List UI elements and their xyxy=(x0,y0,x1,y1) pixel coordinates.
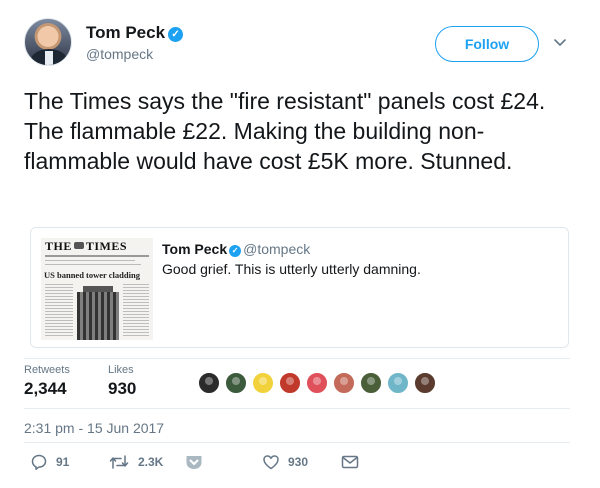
newspaper-headline: US banned tower cladding xyxy=(44,270,140,280)
retweets-label: Retweets xyxy=(24,364,70,376)
newspaper-column xyxy=(123,284,149,338)
liker-avatar-1[interactable] xyxy=(198,372,220,394)
newspaper-rule xyxy=(45,255,149,257)
quoted-tweet-card[interactable]: THE TIMES US banned tower cladding Tom Pe… xyxy=(30,227,569,348)
verified-icon: ✓ xyxy=(229,245,242,257)
tweet-actions: 91 2.3K 930 xyxy=(24,452,424,472)
quoted-author: Tom Peck ✓ @tompeck xyxy=(162,241,310,257)
like-count: 930 xyxy=(288,455,309,469)
newspaper-masthead: THE TIMES xyxy=(45,239,127,254)
heart-button[interactable] xyxy=(184,452,204,472)
liker-avatar-7[interactable] xyxy=(360,372,382,394)
newspaper-column xyxy=(45,284,73,338)
retweets-stat[interactable]: Retweets 2,344 xyxy=(24,364,70,399)
direct-message-button[interactable] xyxy=(340,452,360,472)
follow-button[interactable]: Follow xyxy=(435,26,539,62)
divider xyxy=(24,442,570,443)
masthead-left: THE xyxy=(45,239,72,253)
reply-count: 91 xyxy=(56,455,70,469)
liker-avatar-5[interactable] xyxy=(306,372,328,394)
tweet-timestamp[interactable]: 2:31 pm - 15 Jun 2017 xyxy=(24,420,164,436)
author-avatar[interactable] xyxy=(24,18,72,66)
reply-button[interactable]: 91 xyxy=(30,452,69,472)
likes-count: 930 xyxy=(108,379,137,398)
divider xyxy=(24,358,570,359)
author-name[interactable]: Tom Peck ✓ xyxy=(86,23,184,43)
heart-icon xyxy=(263,455,279,470)
like-button[interactable]: 930 xyxy=(262,452,308,472)
retweets-count: 2,344 xyxy=(24,379,67,398)
newspaper-rule xyxy=(45,260,135,261)
quoted-tweet-text: Good grief. This is utterly utterly damn… xyxy=(162,261,421,277)
masthead-right: TIMES xyxy=(85,239,128,253)
quoted-author-handle: @tompeck xyxy=(243,241,311,257)
quoted-author-name: Tom Peck xyxy=(162,241,228,257)
author-name-text[interactable]: Tom Peck xyxy=(86,23,165,42)
quoted-tweet-thumbnail[interactable]: THE TIMES US banned tower cladding xyxy=(41,238,153,340)
newspaper-rule xyxy=(45,264,141,265)
chevron-down-icon[interactable] xyxy=(552,34,568,50)
likes-label: Likes xyxy=(108,364,134,376)
liker-avatar-9[interactable] xyxy=(414,372,436,394)
verified-icon: ✓ xyxy=(168,27,184,42)
likes-stat[interactable]: Likes 930 xyxy=(108,364,136,399)
brand-icon xyxy=(186,456,202,469)
crest-icon xyxy=(73,242,84,249)
retweet-count: 2.3K xyxy=(138,455,164,469)
author-handle[interactable]: @tompeck xyxy=(86,46,153,62)
divider xyxy=(24,408,570,409)
tweet-header: Tom Peck ✓ @tompeck Follow xyxy=(24,18,580,74)
liker-avatar-2[interactable] xyxy=(225,372,247,394)
tweet-text: The Times says the "fire resistant" pane… xyxy=(24,88,546,174)
retweet-button[interactable]: 2.3K xyxy=(108,452,163,472)
liker-avatar-6[interactable] xyxy=(333,372,355,394)
liker-avatar-8[interactable] xyxy=(387,372,409,394)
avatar-shirt xyxy=(45,51,53,65)
envelope-icon xyxy=(341,455,359,469)
liker-avatar-3[interactable] xyxy=(252,372,274,394)
tower-image xyxy=(77,292,119,340)
retweet-icon xyxy=(109,455,129,469)
reply-icon xyxy=(31,454,47,471)
liker-avatar-4[interactable] xyxy=(279,372,301,394)
